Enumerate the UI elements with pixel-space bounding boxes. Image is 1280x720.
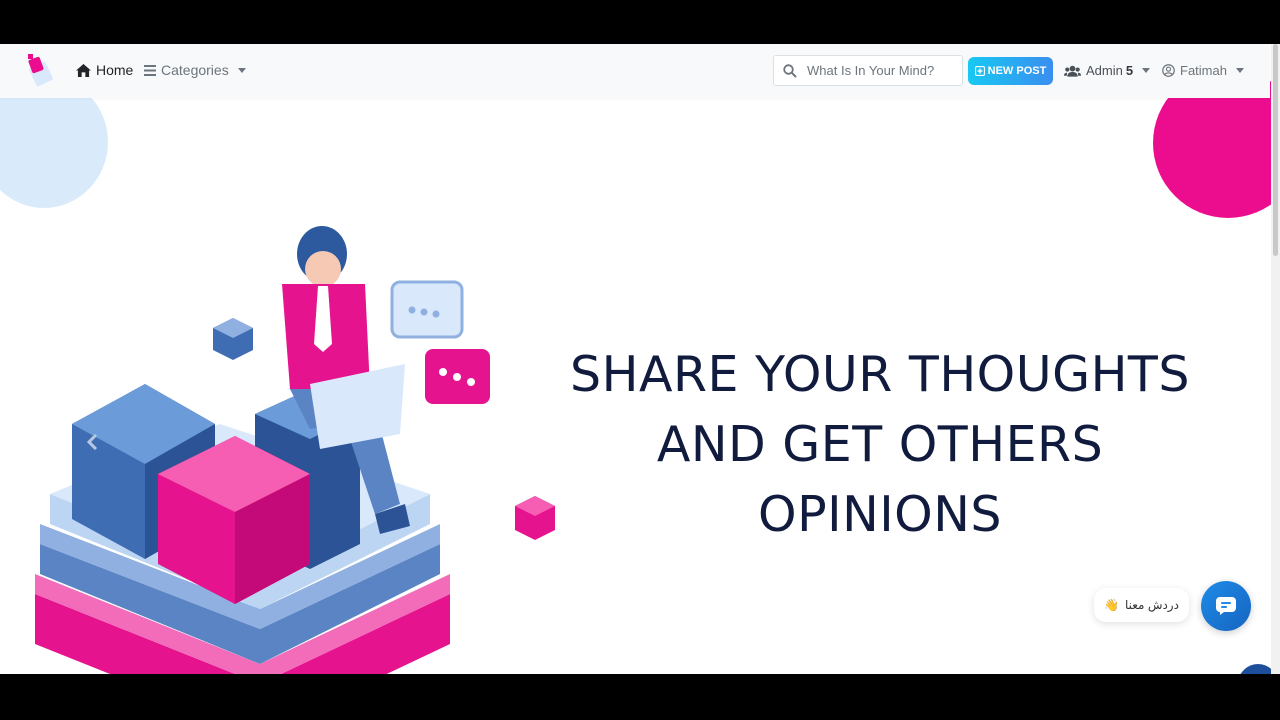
admin-label-text: Admin [1086,63,1123,78]
carousel-prev-button[interactable] [86,430,98,456]
home-icon [76,63,91,77]
nav-home[interactable]: Home [76,62,133,78]
navbar: Home Categories NEW POST [0,44,1270,98]
search-input[interactable] [805,62,949,79]
scrollbar-thumb[interactable] [1273,44,1278,256]
chevron-down-icon [237,67,246,73]
nav-home-label: Home [96,62,134,78]
headline-line-1: SHARE YOUR THOUGHTS [570,346,1190,403]
wave-emoji: 👋 [1104,598,1119,612]
chat-greeting-text: دردش معنا [1124,598,1179,612]
browser-viewport: Home Categories NEW POST [0,44,1280,674]
chat-greeting-bubble[interactable]: 👋 دردش معنا [1094,588,1189,622]
nav-categories-label: Categories [161,62,229,78]
hero-illustration [35,226,555,674]
admin-label: Admin 5 [1086,63,1133,78]
user-circle-icon [1162,64,1175,77]
users-icon [1064,65,1081,77]
chevron-left-icon [86,433,98,451]
user-dropdown[interactable]: Fatimah [1162,63,1244,78]
hero-headline: SHARE YOUR THOUGHTS AND GET OTHERS OPINI… [560,340,1200,550]
search-box[interactable] [773,55,963,86]
nav-categories-dropdown[interactable]: Categories [144,62,246,78]
chat-icon [1216,597,1236,615]
headline-line-2: AND GET OTHERS [656,416,1104,473]
chevron-down-icon [1235,68,1244,73]
chevron-down-icon [1142,68,1151,73]
admin-dropdown[interactable]: Admin 5 [1064,63,1151,78]
bars-icon [144,64,156,76]
plus-square-icon [974,66,985,76]
new-post-button[interactable]: NEW POST [968,57,1053,85]
search-icon [783,63,797,78]
chat-launcher-button[interactable] [1201,581,1251,631]
new-post-label: NEW POST [987,65,1047,77]
logo-icon[interactable] [26,52,56,90]
admin-count: 5 [1125,63,1134,78]
user-name: Fatimah [1180,63,1227,78]
headline-line-3: OPINIONS [758,486,1002,543]
page-scrollbar[interactable] [1271,44,1280,674]
